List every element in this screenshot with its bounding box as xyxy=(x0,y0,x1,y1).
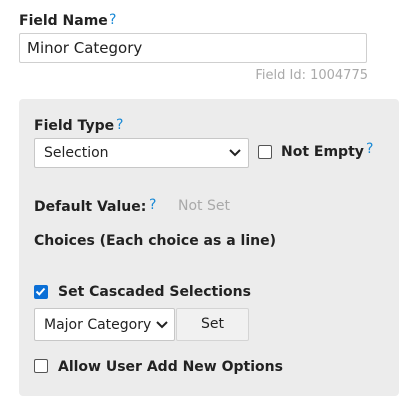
default-value-text[interactable]: Not Set xyxy=(178,198,230,214)
not-empty-checkbox[interactable] xyxy=(258,145,272,159)
field-type-selected-value: Selection xyxy=(44,145,109,161)
set-button[interactable]: Set xyxy=(176,308,249,341)
help-icon[interactable]: ? xyxy=(116,118,123,132)
allow-new-options-checkbox[interactable] xyxy=(34,359,48,373)
not-empty-label: Not Empty xyxy=(281,144,364,160)
chevron-down-icon xyxy=(155,320,169,330)
help-icon[interactable]: ? xyxy=(109,13,116,27)
cascade-source-select[interactable]: Major Category xyxy=(34,308,175,341)
checkmark-icon xyxy=(35,287,46,296)
cascade-label: Set Cascaded Selections xyxy=(58,284,251,300)
field-name-label: Field Name xyxy=(19,14,108,28)
help-icon[interactable]: ? xyxy=(366,142,373,156)
default-value-label: Default Value: xyxy=(34,199,147,215)
field-name-label-text: Field Name xyxy=(19,13,108,29)
field-type-select[interactable]: Selection xyxy=(34,138,249,168)
field-type-label: Field Type xyxy=(34,118,115,134)
field-name-input[interactable] xyxy=(19,33,367,63)
allow-new-options-label: Allow User Add New Options xyxy=(58,359,283,375)
cascade-checkbox[interactable] xyxy=(34,285,48,299)
field-id-text: Field Id: 1004775 xyxy=(255,68,368,83)
choices-label: Choices (Each choice as a line) xyxy=(34,233,276,249)
cascade-source-selected-value: Major Category xyxy=(44,316,152,333)
chevron-down-icon xyxy=(228,148,242,158)
help-icon[interactable]: ? xyxy=(149,198,156,212)
